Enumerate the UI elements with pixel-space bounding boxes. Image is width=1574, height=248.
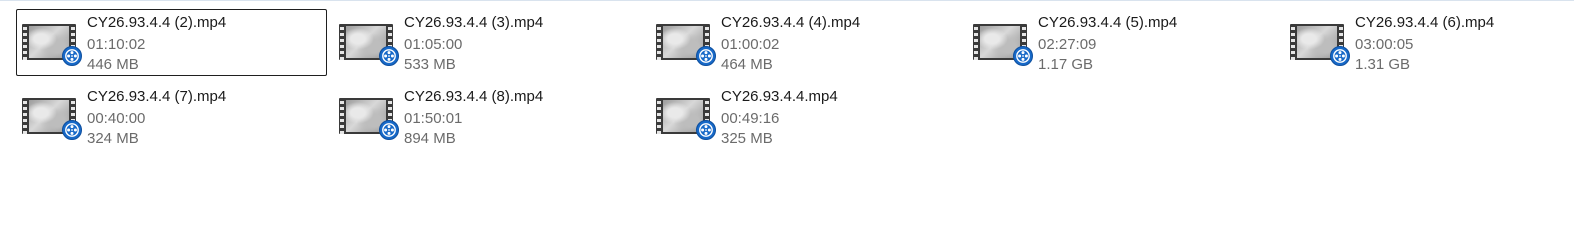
file-name: CY26.93.4.4 (2).mp4 <box>87 14 227 31</box>
file-size: 1.31 GB <box>1355 56 1411 73</box>
file-item[interactable]: CY26.93.4.4 (7).mp4 00:40:00 324 MB <box>16 83 327 150</box>
video-thumbnail-icon <box>1290 22 1350 66</box>
file-duration: 02:27:09 <box>1038 36 1097 53</box>
file-size: 1.17 GB <box>1038 56 1094 73</box>
file-name: CY26.93.4.4 (3).mp4 <box>404 14 544 31</box>
file-item[interactable]: CY26.93.4.4 (5).mp4 02:27:09 1.17 GB <box>967 9 1278 76</box>
film-reel-icon <box>1330 46 1350 66</box>
file-duration: 01:50:01 <box>404 110 463 127</box>
file-name: CY26.93.4.4 (5).mp4 <box>1038 14 1178 31</box>
film-reel-icon <box>696 120 716 140</box>
file-item[interactable]: CY26.93.4.4 (2).mp4 01:10:02 446 MB <box>16 9 327 76</box>
file-name: CY26.93.4.4 (6).mp4 <box>1355 14 1495 31</box>
video-thumbnail-icon <box>339 96 399 140</box>
video-thumbnail-icon <box>22 96 82 140</box>
file-name: CY26.93.4.4 (8).mp4 <box>404 88 544 105</box>
film-reel-icon <box>1013 46 1033 66</box>
film-reel-icon <box>62 120 82 140</box>
film-reel-icon <box>379 120 399 140</box>
file-size: 324 MB <box>87 130 139 147</box>
file-grid: CY26.93.4.4 (2).mp4 01:10:02 446 MB CY26… <box>0 0 1574 248</box>
video-thumbnail-icon <box>656 96 716 140</box>
video-thumbnail-icon <box>656 22 716 66</box>
file-duration: 01:10:02 <box>87 36 146 53</box>
file-size: 894 MB <box>404 130 456 147</box>
file-size: 533 MB <box>404 56 456 73</box>
file-item[interactable]: CY26.93.4.4 (3).mp4 01:05:00 533 MB <box>333 9 644 76</box>
file-size: 446 MB <box>87 56 139 73</box>
file-duration: 01:05:00 <box>404 36 463 53</box>
file-size: 325 MB <box>721 130 773 147</box>
file-size: 464 MB <box>721 56 773 73</box>
file-duration: 03:00:05 <box>1355 36 1414 53</box>
film-reel-icon <box>62 46 82 66</box>
film-reel-icon <box>696 46 716 66</box>
file-item[interactable]: CY26.93.4.4 (4).mp4 01:00:02 464 MB <box>650 9 961 76</box>
video-thumbnail-icon <box>22 22 82 66</box>
file-item[interactable]: CY26.93.4.4.mp4 00:49:16 325 MB <box>650 83 961 150</box>
file-name: CY26.93.4.4 (7).mp4 <box>87 88 227 105</box>
file-item[interactable]: CY26.93.4.4 (6).mp4 03:00:05 1.31 GB <box>1284 9 1574 76</box>
file-name: CY26.93.4.4 (4).mp4 <box>721 14 861 31</box>
video-thumbnail-icon <box>339 22 399 66</box>
file-item[interactable]: CY26.93.4.4 (8).mp4 01:50:01 894 MB <box>333 83 644 150</box>
video-thumbnail-icon <box>973 22 1033 66</box>
file-duration: 00:49:16 <box>721 110 780 127</box>
file-duration: 00:40:00 <box>87 110 146 127</box>
file-duration: 01:00:02 <box>721 36 780 53</box>
film-reel-icon <box>379 46 399 66</box>
file-name: CY26.93.4.4.mp4 <box>721 88 838 105</box>
